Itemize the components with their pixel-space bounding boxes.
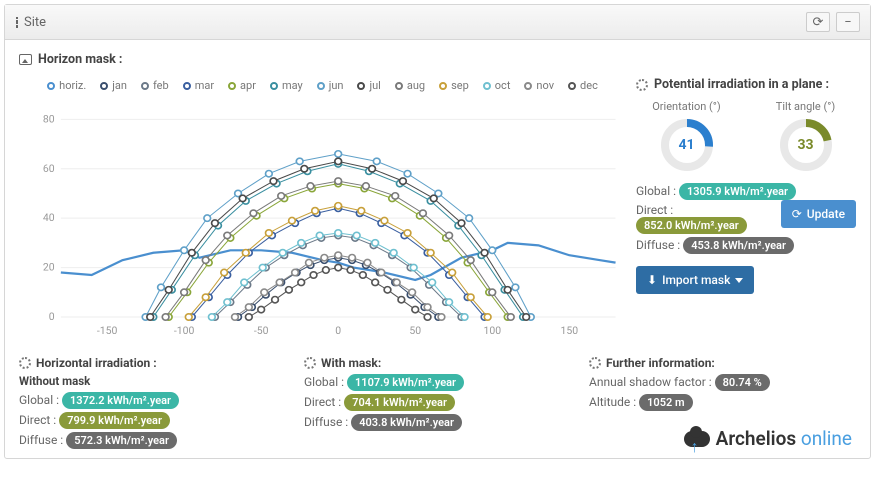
legend-item[interactable]: feb	[141, 79, 169, 92]
diffuse-badge: 453.8 kWh/m².year	[683, 237, 794, 254]
brand-logo: Archelios online	[684, 427, 852, 450]
tilt-label: Tilt angle (°)	[755, 100, 856, 113]
cloud-icon	[684, 431, 710, 447]
svg-text:-50: -50	[254, 326, 269, 337]
orientation-donut: 41	[659, 117, 715, 173]
panel-header: Site ⟳ −	[5, 5, 870, 40]
site-panel: Site ⟳ − Horizon mask : horiz. jan feb mar a…	[4, 4, 871, 459]
gear-icon	[589, 357, 601, 369]
legend-item[interactable]: jan	[100, 79, 127, 92]
gear-icon	[19, 357, 31, 369]
legend-item[interactable]: aug	[395, 79, 425, 92]
svg-text:100: 100	[483, 326, 501, 337]
legend-item[interactable]: may	[270, 79, 303, 92]
gear-icon	[636, 79, 648, 91]
svg-text:150: 150	[561, 326, 579, 337]
legend-item[interactable]: dec	[568, 79, 598, 92]
legend-item[interactable]: nov	[524, 79, 554, 92]
legend-item[interactable]: sep	[439, 79, 469, 92]
collapse-button[interactable]: −	[836, 12, 860, 32]
legend-item[interactable]: jun	[317, 79, 344, 92]
update-button[interactable]: ⟳ Update	[781, 200, 856, 228]
svg-text:20: 20	[43, 263, 55, 274]
horizontal-irr-title: Horizontal irradiation :	[19, 356, 286, 370]
with-mask-title: With mask:	[304, 356, 571, 370]
legend-item[interactable]: apr	[228, 79, 256, 92]
legend-item[interactable]: mar	[183, 79, 214, 92]
import-mask-button[interactable]: ⬇ Import mask	[636, 266, 754, 294]
section-title: Horizon mask :	[19, 52, 856, 67]
orientation-label: Orientation (°)	[636, 100, 737, 113]
svg-text:40: 40	[43, 213, 55, 224]
side-title: Potential irradiation in a plane :	[636, 77, 856, 92]
svg-text:-150: -150	[97, 326, 118, 337]
svg-text:0: 0	[335, 326, 341, 337]
legend-item[interactable]: jul	[357, 79, 380, 92]
svg-text:80: 80	[43, 115, 55, 126]
horizon-chart: 0 20 40 60 80 -150 -100 -50 0 50 100 150	[19, 102, 626, 342]
svg-text:50: 50	[409, 326, 421, 337]
legend-item[interactable]: horiz.	[47, 79, 86, 92]
direct-badge: 852.0 kWh/m².year	[636, 217, 747, 234]
global-badge: 1305.9 kWh/m².year	[679, 183, 796, 200]
further-info-title: Further information:	[589, 356, 856, 370]
chart-icon	[15, 17, 18, 28]
picture-icon	[19, 54, 32, 65]
legend-item[interactable]: oct	[483, 79, 511, 92]
chart-legend: horiz. jan feb mar apr may junjul aug sep octnov d…	[19, 75, 626, 102]
tilt-donut: 33	[778, 117, 834, 173]
gear-icon	[304, 357, 316, 369]
svg-text:60: 60	[43, 164, 55, 175]
svg-text:-100: -100	[174, 326, 195, 337]
refresh-button[interactable]: ⟳	[806, 12, 830, 32]
panel-title: Site	[24, 15, 46, 30]
svg-text:0: 0	[49, 312, 55, 323]
chevron-down-icon	[735, 278, 743, 283]
